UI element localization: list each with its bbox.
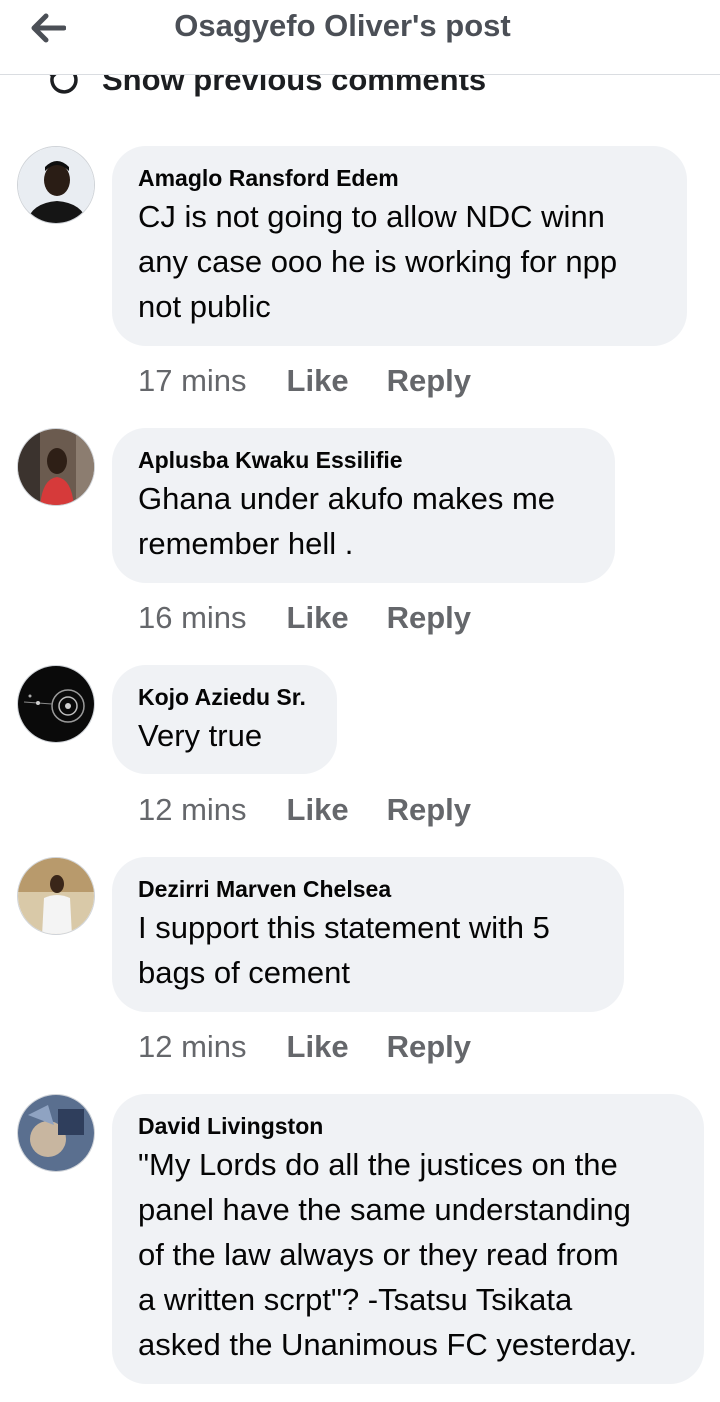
commenter-name[interactable]: Aplusba Kwaku Essilifie — [138, 446, 589, 474]
avatar[interactable] — [17, 146, 95, 224]
avatar[interactable] — [17, 1094, 95, 1172]
avatar[interactable] — [17, 665, 95, 743]
like-button[interactable]: Like — [287, 363, 349, 399]
comment-text: Ghana under akufo makes me remember hell… — [138, 481, 556, 561]
comment-actions: 17 mins Like Reply — [138, 361, 471, 401]
commenter-name[interactable]: Dezirri Marven Chelsea — [138, 875, 598, 903]
commenter-name[interactable]: Amaglo Ransford Edem — [138, 164, 661, 192]
reply-button[interactable]: Reply — [387, 792, 471, 828]
avatar[interactable] — [17, 857, 95, 935]
comment-bubble: Dezirri Marven Chelsea I support this st… — [112, 857, 624, 1012]
comment-time[interactable]: 12 mins — [138, 792, 247, 828]
comment-text: CJ is not going to allow NDC winn any ca… — [138, 199, 618, 324]
comment-actions: 12 mins Like Reply — [138, 790, 471, 830]
comment-bubble: Amaglo Ransford Edem CJ is not going to … — [112, 146, 687, 346]
top-bar: Osagyefo Oliver's post — [0, 0, 720, 75]
comment-bubble: Kojo Aziedu Sr. Very true — [112, 665, 337, 774]
reply-button[interactable]: Reply — [387, 600, 471, 636]
page-title: Osagyefo Oliver's post — [174, 8, 511, 43]
like-button[interactable]: Like — [287, 600, 349, 636]
comment-bubble: Aplusba Kwaku Essilifie Ghana under akuf… — [112, 428, 615, 583]
comment-actions: 16 mins Like Reply — [138, 598, 471, 638]
comment-text: Very true — [138, 718, 263, 753]
reply-button[interactable]: Reply — [387, 363, 471, 399]
commenter-name[interactable]: David Livingston — [138, 1112, 678, 1140]
comment-time[interactable]: 16 mins — [138, 600, 247, 636]
comment-bubble: David Livingston "My Lords do all the ju… — [112, 1094, 704, 1384]
comment-text: I support this statement with 5 bags of … — [138, 910, 550, 990]
like-button[interactable]: Like — [287, 792, 349, 828]
comment-text: "My Lords do all the justices on the pan… — [138, 1147, 638, 1362]
commenter-name[interactable]: Kojo Aziedu Sr. — [138, 683, 311, 711]
comment-actions: 12 mins Like Reply — [138, 1027, 471, 1067]
comment-time[interactable]: 12 mins — [138, 1029, 247, 1065]
like-button[interactable]: Like — [287, 1029, 349, 1065]
reply-button[interactable]: Reply — [387, 1029, 471, 1065]
comment-time[interactable]: 17 mins — [138, 363, 247, 399]
avatar[interactable] — [17, 428, 95, 506]
